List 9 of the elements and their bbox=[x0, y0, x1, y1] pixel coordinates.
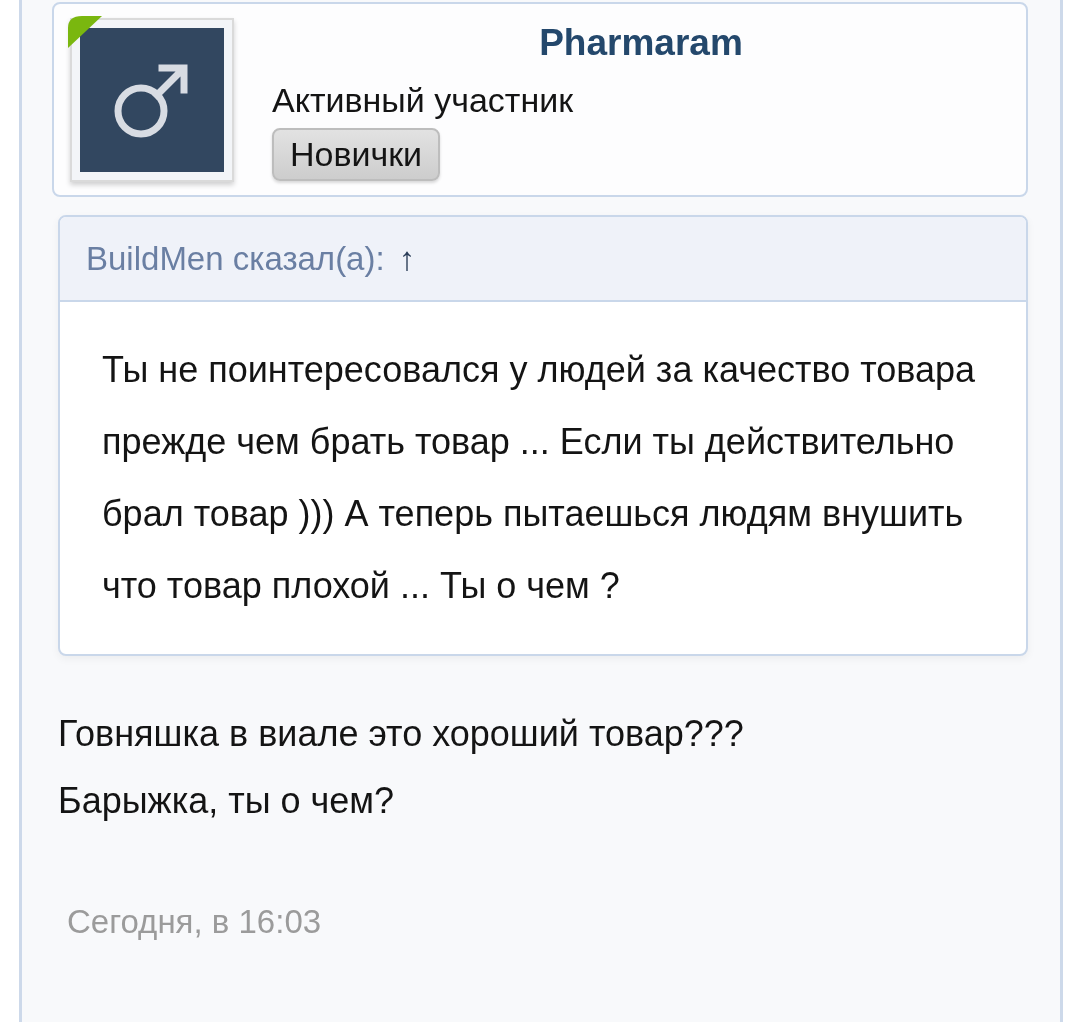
quote-text: Ты не поинтересовался у людей за качество товара прежде чем брать товар ... Если ты действительно брал товар ))) А теперь пытаешься людям внушить что товар плохой ... Ты о чем ? bbox=[102, 349, 976, 606]
user-title: Активный участник bbox=[272, 80, 574, 120]
message-text: Говняшка в виале это хороший товар??? bbox=[58, 713, 744, 754]
jump-to-quote-link[interactable]: ↑ bbox=[398, 239, 416, 278]
avatar-frame[interactable] bbox=[70, 18, 234, 182]
message-text: Барыжка, ты о чем? bbox=[58, 780, 395, 821]
user-banner: Новички bbox=[272, 128, 441, 181]
quote-attribution: BuildMen сказал(а): bbox=[86, 239, 385, 278]
username-link[interactable]: Pharmaram bbox=[539, 18, 743, 68]
